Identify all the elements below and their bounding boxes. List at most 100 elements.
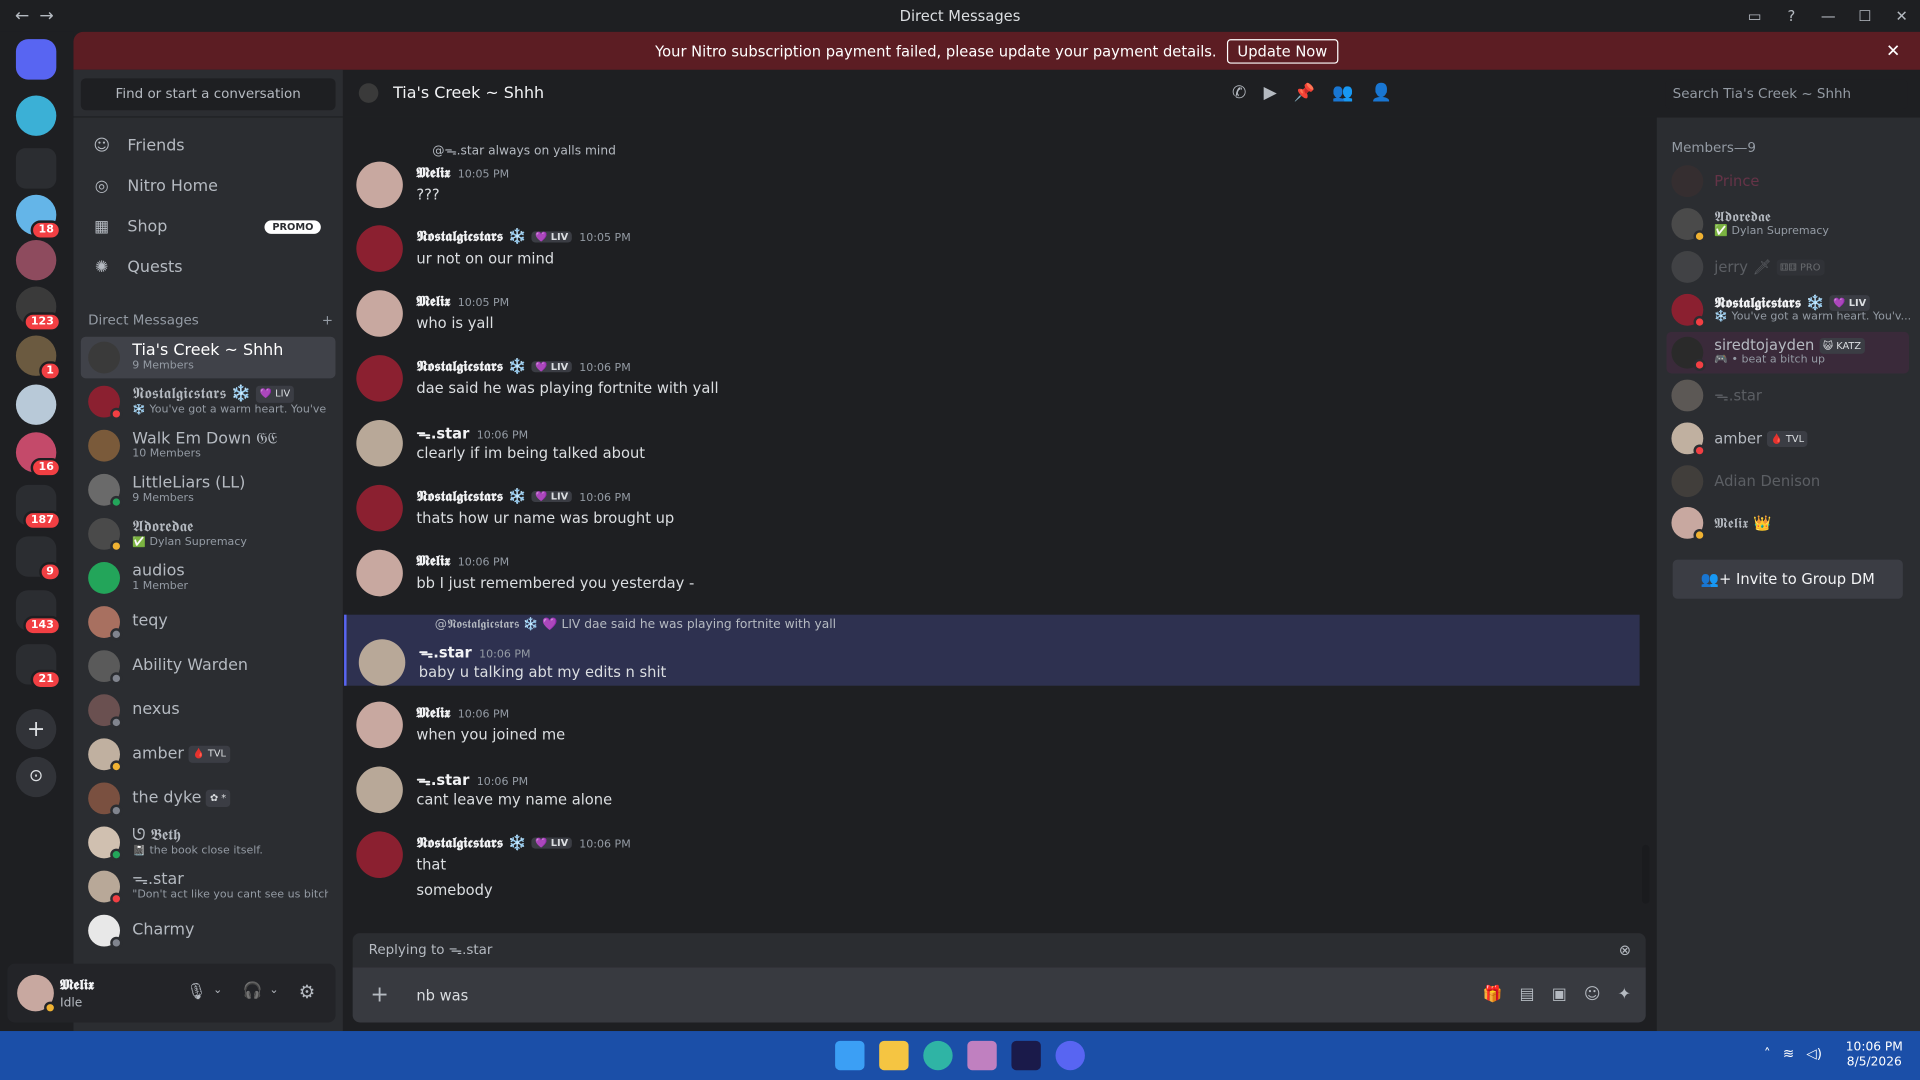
avatar[interactable]	[17, 974, 57, 1014]
message[interactable]: 𝕹𝖔𝖘𝖙𝖆𝖑𝖌𝖎𝖈𝖘𝖙𝖆𝖗𝖘 ❄️ 💜 LIV 10:06 PM dae said …	[344, 355, 1640, 409]
member-item[interactable]: Prince	[1667, 160, 1909, 202]
dm-item[interactable]: LittleLiars (LL) 9 Members	[81, 469, 336, 511]
dm-item[interactable]: the dyke ✿ *	[81, 778, 336, 820]
attach-plus-icon[interactable]: +	[353, 982, 407, 1008]
dm-item[interactable]: 𝕬𝖉𝖔𝖗𝖊𝖉𝖆𝖊 ✅ Dylan Supremacy	[81, 513, 336, 555]
message[interactable]: ᯓ.star 10:06 PM clearly if im being talke…	[344, 420, 1640, 474]
nav-quests[interactable]: ✺ Quests	[81, 249, 336, 286]
headphones-icon[interactable]: 🎧	[242, 982, 262, 1000]
dm-item[interactable]: Walk Em Down 𝔊𝔈 10 Members	[81, 425, 336, 467]
gif-icon[interactable]: ▤	[1520, 986, 1535, 1004]
create-dm-icon[interactable]: +	[322, 312, 333, 328]
author-name[interactable]: 𝕹𝖔𝖘𝖙𝖆𝖑𝖌𝖎𝖈𝖘𝖙𝖆𝖗𝖘 ❄️	[416, 834, 526, 851]
author-name[interactable]: 𝕹𝖔𝖘𝖙𝖆𝖑𝖌𝖎𝖈𝖘𝖙𝖆𝖗𝖘 ❄️	[416, 228, 526, 245]
close-banner-icon[interactable]: ✕	[1886, 41, 1900, 61]
avatar[interactable]	[356, 161, 403, 209]
gift-icon[interactable]: 🎁	[1483, 986, 1503, 1004]
edge-icon[interactable]	[923, 1040, 953, 1071]
member-item[interactable]: 𝕸𝖊𝖑𝖎𝖝 👑	[1667, 502, 1909, 544]
server-icon[interactable]	[15, 240, 57, 281]
member-item[interactable]: 𝕬𝖉𝖔𝖗𝖊𝖉𝖆𝖊 ✅ Dylan Supremacy	[1667, 203, 1909, 245]
dm-item[interactable]: Charmy	[81, 910, 336, 952]
member-item[interactable]: 𝕹𝖔𝖘𝖙𝖆𝖑𝖌𝖎𝖈𝖘𝖙𝖆𝖗𝖘 ❄️ 💜 LIV ❄️ You've got a wa…	[1667, 289, 1911, 331]
avatar[interactable]	[356, 549, 403, 597]
dm-item[interactable]: teqy	[81, 601, 336, 643]
explore-icon[interactable]: ⊙	[15, 756, 57, 798]
sticker-icon[interactable]: ▣	[1552, 986, 1567, 1004]
dm-item[interactable]: 𝕹𝖔𝖘𝖙𝖆𝖑𝖌𝖎𝖈𝖘𝖙𝖆𝖗𝖘 ❄️ 💜 LIV ❄️ You've got a wa…	[81, 381, 336, 423]
highlighted-message[interactable]: @𝕹𝖔𝖘𝖙𝖆𝖑𝖌𝖎𝖈𝖘𝖙𝖆𝖗𝖘 ❄️ 💜 LIV dae said he was…	[344, 614, 1640, 686]
avatar[interactable]	[356, 701, 403, 749]
chevron-down-icon[interactable]: ⌄	[269, 984, 278, 996]
app-icon[interactable]	[967, 1040, 997, 1071]
folder-icon[interactable]: 143	[15, 590, 62, 636]
author-name[interactable]: ᯓ.star	[416, 425, 469, 442]
server-icon[interactable]	[15, 95, 57, 136]
author-name[interactable]: ᯓ.star	[419, 644, 472, 661]
message[interactable]: 𝕹𝖔𝖘𝖙𝖆𝖑𝖌𝖎𝖈𝖘𝖙𝖆𝖗𝖘 ❄️ 💜 LIV 10:05 PM ur not on…	[344, 225, 1640, 279]
scrollbar-thumb[interactable]	[1642, 844, 1650, 904]
pinned-messages-icon[interactable]: 📌	[1294, 83, 1315, 103]
avatar[interactable]	[358, 639, 406, 686]
voice-call-icon[interactable]: ✆	[1232, 83, 1246, 103]
minimize-button[interactable]: —	[1810, 7, 1847, 24]
member-list-icon[interactable]: 👤	[1371, 83, 1392, 103]
dm-item[interactable]: nexus	[81, 689, 336, 731]
volume-icon[interactable]: ◁)	[1806, 1046, 1822, 1062]
message-input[interactable]: nb was	[416, 986, 468, 1003]
member-item[interactable]: ᯓ.star	[1667, 375, 1909, 417]
author-name[interactable]: ᯓ.star	[416, 771, 469, 788]
author-name[interactable]: 𝕸𝖊𝖑𝖎𝖝	[416, 164, 450, 181]
cancel-reply-icon[interactable]: ⊗	[1619, 933, 1631, 967]
dm-item[interactable]: amber 🩸 TVL	[81, 733, 336, 775]
member-item[interactable]: jerry 🗡 ⚅⚅ PRO	[1667, 246, 1909, 288]
invite-to-group-dm-button[interactable]: 👥+ Invite to Group DM	[1672, 559, 1903, 599]
update-now-button[interactable]: Update Now	[1226, 38, 1339, 64]
member-item[interactable]: Adian Denison	[1667, 460, 1909, 502]
avatar[interactable]	[356, 420, 403, 467]
avatar[interactable]	[356, 225, 403, 272]
search-input[interactable]: Search Tia's Creek ~ Shhh	[1665, 79, 1908, 109]
maximize-button[interactable]: ☐	[1847, 7, 1884, 24]
message[interactable]: 𝕸𝖊𝖑𝖎𝖝 10:05 PM who is yall	[344, 290, 1640, 344]
find-conversation-button[interactable]: Find or start a conversation	[80, 78, 336, 111]
video-call-icon[interactable]: ▶	[1264, 83, 1277, 103]
author-name[interactable]: 𝕸𝖊𝖑𝖎𝖝	[416, 552, 450, 569]
author-name[interactable]: 𝕹𝖔𝖘𝖙𝖆𝖑𝖌𝖎𝖈𝖘𝖙𝖆𝖗𝖘 ❄️	[416, 487, 526, 504]
avatar[interactable]	[356, 355, 403, 402]
reply-preview[interactable]: @𝕹𝖔𝖘𝖙𝖆𝖑𝖌𝖎𝖈𝖘𝖙𝖆𝖗𝖘 ❄️ 💜 LIV dae said he was…	[435, 618, 836, 631]
message[interactable]: 𝕸𝖊𝖑𝖎𝖝 10:06 PM when you joined me	[344, 701, 1640, 756]
dm-item[interactable]: Tia's Creek ~ Shhh 9 Members	[80, 336, 336, 379]
author-name[interactable]: 𝕸𝖊𝖑𝖎𝖝	[416, 293, 450, 310]
folder-icon[interactable]: 9	[15, 536, 62, 582]
discord-taskbar-icon[interactable]	[1055, 1040, 1085, 1071]
chevron-up-icon[interactable]: ˄	[1764, 1046, 1771, 1062]
dm-item[interactable]: ᯓ.star "Don't act like you cant see us bi…	[81, 866, 336, 908]
dm-item[interactable]: Ability Warden	[81, 645, 336, 687]
dm-item[interactable]: ᘎ 𝕭𝖊𝖙𝖍 📓 the book close itself.	[81, 822, 336, 864]
server-icon[interactable]: 123	[15, 286, 62, 332]
server-icon[interactable]: 18	[15, 194, 62, 241]
server-icon[interactable]: 16	[15, 432, 62, 478]
add-friends-to-dm-icon[interactable]: 👥	[1332, 83, 1353, 103]
member-item[interactable]: siredtojayden 😺 KATZ 🎮 • beat a bitch up	[1666, 331, 1909, 374]
message[interactable]: 𝕹𝖔𝖘𝖙𝖆𝖑𝖌𝖎𝖈𝖘𝖙𝖆𝖗𝖘 ❄️ 💜 LIV 10:06 PM thats how…	[344, 484, 1640, 539]
message[interactable]: 𝕹𝖔𝖘𝖙𝖆𝖑𝖌𝖎𝖈𝖘𝖙𝖆𝖗𝖘 ❄️ 💜 LIV 10:06 PM that some…	[344, 831, 1640, 909]
after-effects-icon[interactable]	[1011, 1040, 1041, 1071]
nav-shop[interactable]: ▦ Shop PROMO	[81, 208, 336, 245]
author-name[interactable]: 𝕸𝖊𝖑𝖎𝖝	[416, 704, 450, 721]
close-button[interactable]: ✕	[1883, 7, 1920, 24]
author-name[interactable]: 𝕹𝖔𝖘𝖙𝖆𝖑𝖌𝖎𝖈𝖘𝖙𝖆𝖗𝖘 ❄️	[416, 358, 526, 375]
avatar[interactable]	[356, 290, 403, 337]
nav-friends[interactable]: ☺ Friends	[81, 127, 336, 164]
message[interactable]: ᯓ.star 10:06 PM cant leave my name alone	[344, 766, 1640, 821]
message-composer[interactable]: + nb was 🎁 ▤ ▣ ☺ ✦	[352, 967, 1646, 1023]
folder-icon[interactable]: 21	[15, 644, 62, 690]
chevron-down-icon[interactable]: ⌄	[213, 984, 222, 996]
file-explorer-icon[interactable]	[879, 1040, 909, 1071]
message[interactable]: @ᯓ.star always on yalls mind 𝕸𝖊𝖑𝖎𝖝 10:05 …	[344, 137, 1640, 209]
reply-preview[interactable]: @ᯓ.star always on yalls mind	[432, 141, 616, 157]
clock[interactable]: 10:06 PM 8/5/2026	[1846, 1041, 1903, 1070]
folder-icon[interactable]: 187	[15, 484, 62, 531]
settings-gear-icon[interactable]: ⚙	[299, 981, 315, 1003]
